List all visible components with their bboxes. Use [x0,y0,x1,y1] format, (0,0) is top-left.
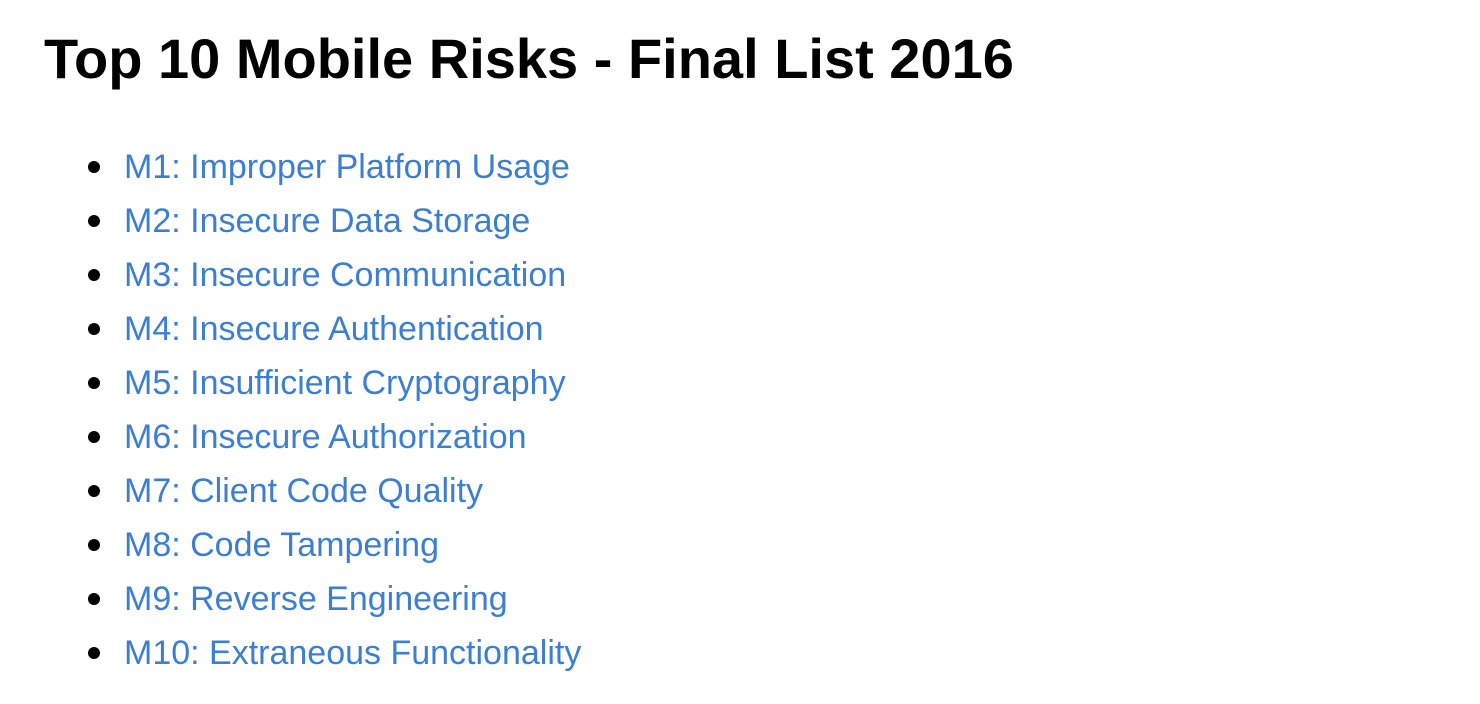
risk-link-m3[interactable]: M3: Insecure Communication [124,256,566,294]
bullet-icon [88,269,100,281]
risk-link-m4[interactable]: M4: Insecure Authentication [124,310,544,348]
risk-link-m5[interactable]: M5: Insufficient Cryptography [124,364,566,402]
bullet-icon [88,485,100,497]
list-item-m3: M3: Insecure Communication [88,248,581,302]
risk-link-m6[interactable]: M6: Insecure Authorization [124,418,527,456]
bullet-icon [88,161,100,173]
risk-link-m10[interactable]: M10: Extraneous Functionality [124,634,581,672]
risk-link-m8[interactable]: M8: Code Tampering [124,526,439,564]
page-title: Top 10 Mobile Risks - Final List 2016 [44,27,1014,90]
risk-list: M1: Improper Platform Usage M2: Insecure… [88,140,581,680]
list-item-m2: M2: Insecure Data Storage [88,194,581,248]
list-item-m4: M4: Insecure Authentication [88,302,581,356]
bullet-icon [88,431,100,443]
page: Top 10 Mobile Risks - Final List 2016 M1… [0,0,1480,704]
list-item-m8: M8: Code Tampering [88,518,581,572]
risk-link-m2[interactable]: M2: Insecure Data Storage [124,202,530,240]
list-item-m9: M9: Reverse Engineering [88,572,581,626]
list-item-m5: M5: Insufficient Cryptography [88,356,581,410]
bullet-icon [88,215,100,227]
bullet-icon [88,593,100,605]
bullet-icon [88,323,100,335]
bullet-icon [88,539,100,551]
list-item-m10: M10: Extraneous Functionality [88,626,581,680]
list-item-m7: M7: Client Code Quality [88,464,581,518]
risk-link-m1[interactable]: M1: Improper Platform Usage [124,148,570,186]
bullet-icon [88,647,100,659]
risk-link-m7[interactable]: M7: Client Code Quality [124,472,483,510]
list-item-m1: M1: Improper Platform Usage [88,140,581,194]
list-item-m6: M6: Insecure Authorization [88,410,581,464]
bullet-icon [88,377,100,389]
risk-link-m9[interactable]: M9: Reverse Engineering [124,580,508,618]
